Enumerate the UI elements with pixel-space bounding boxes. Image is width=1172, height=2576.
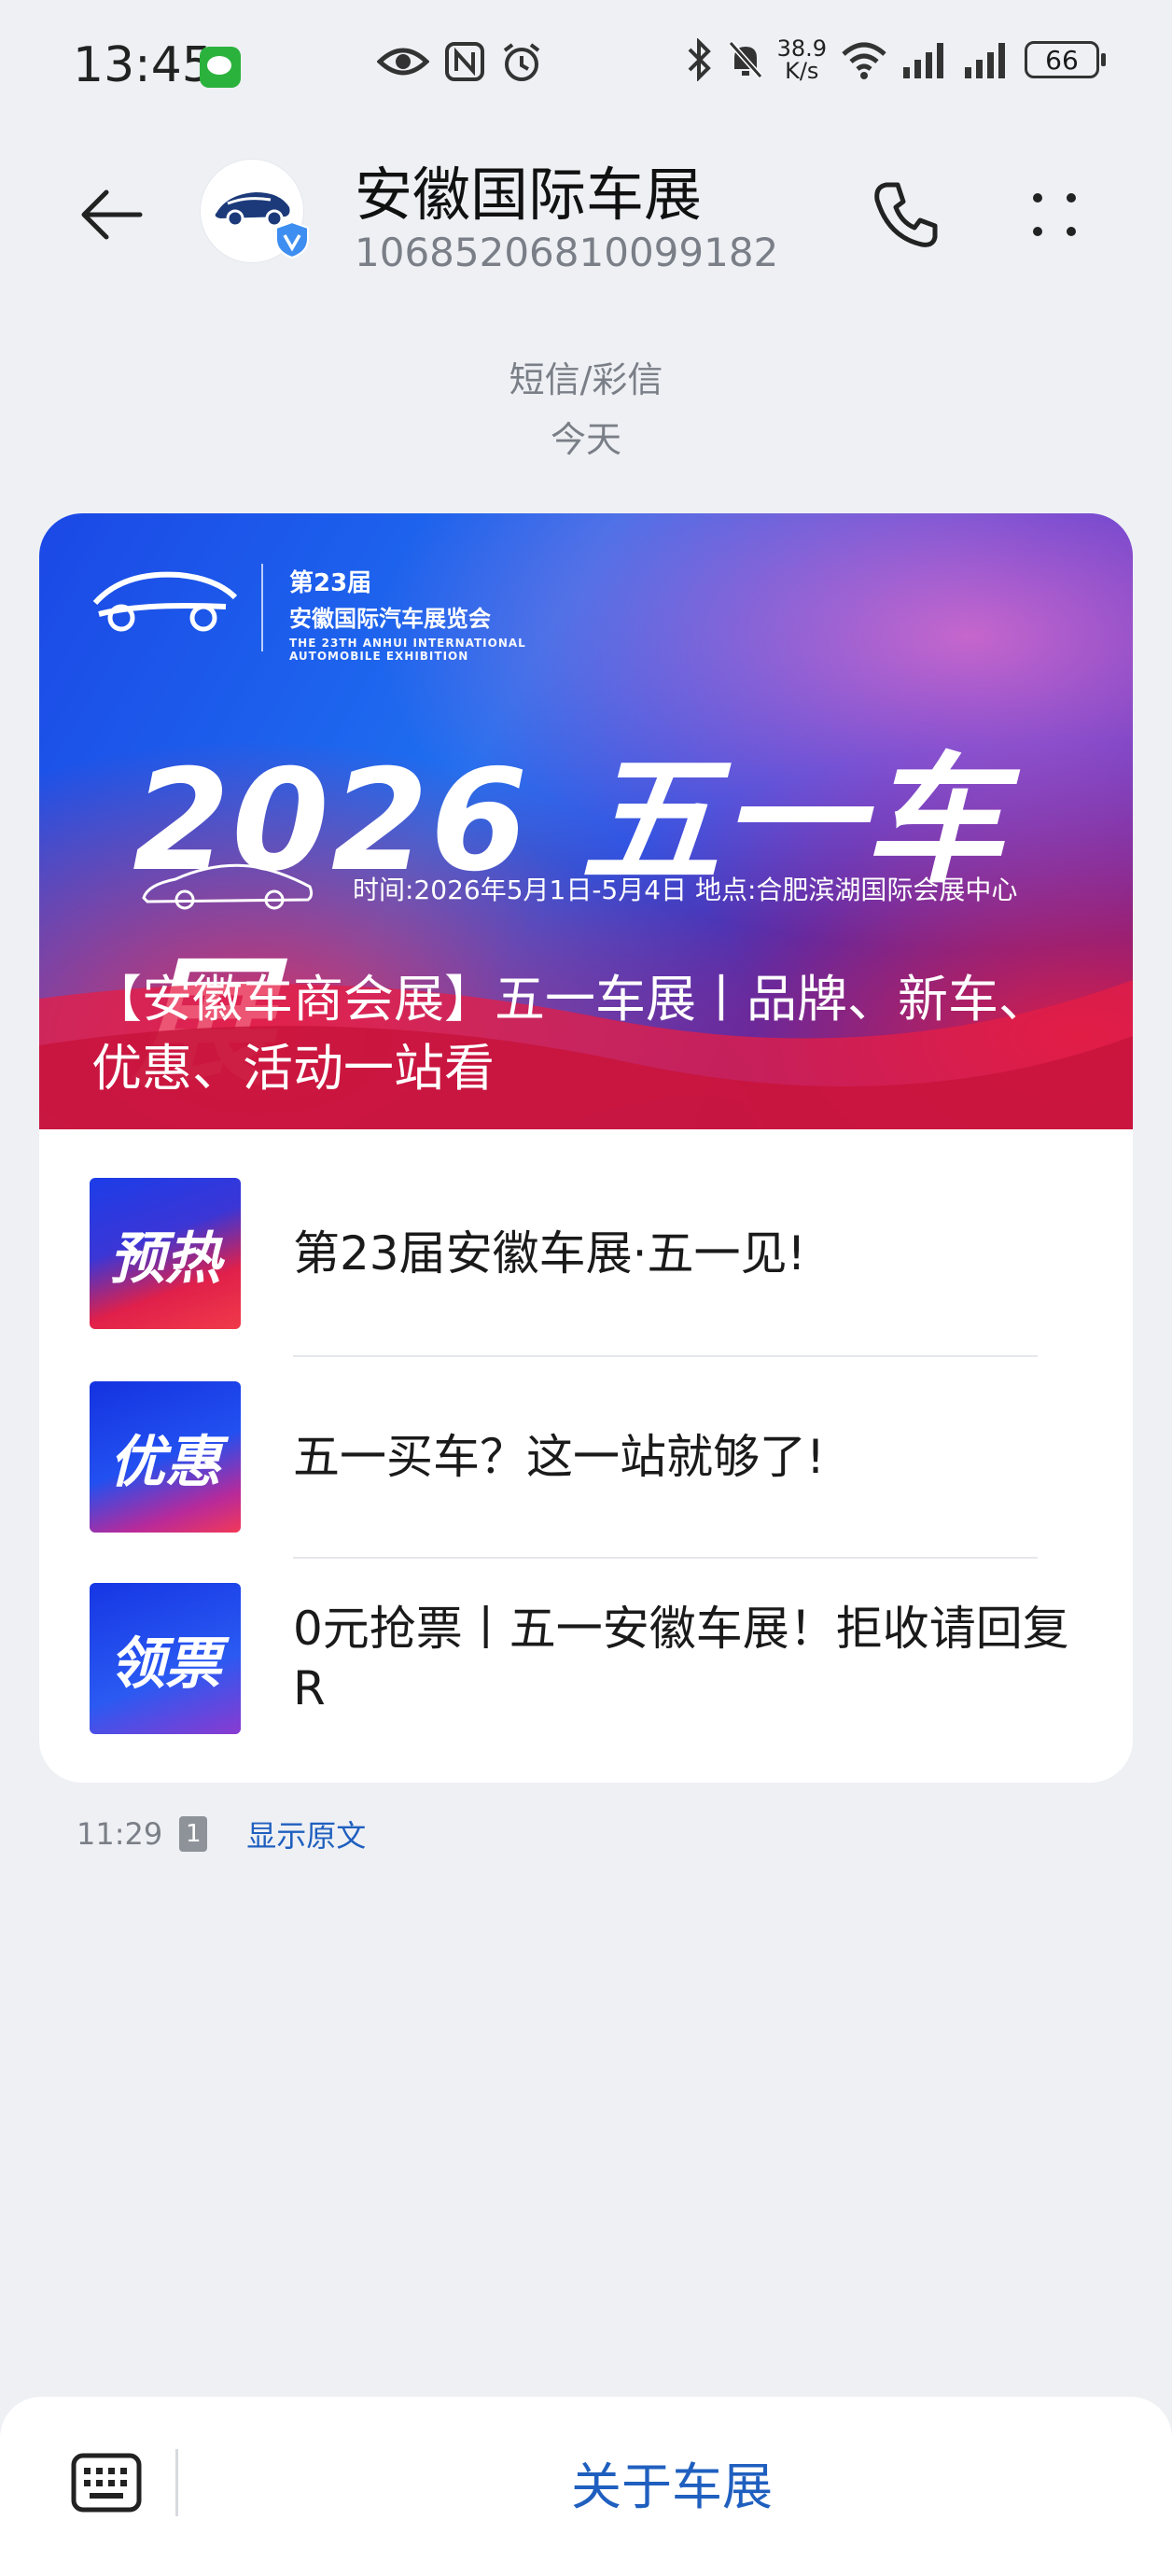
- verified-badge-icon: [275, 220, 309, 259]
- alarm-icon: [503, 43, 540, 81]
- status-time: 13:45: [73, 37, 213, 93]
- message-footer: 11:29 1 显示原文: [77, 1813, 366, 1855]
- phone-icon[interactable]: [868, 177, 942, 252]
- date-separator: 今天: [550, 419, 621, 460]
- item-divider: [293, 1355, 1038, 1357]
- rich-message-card[interactable]: 第23届 安徽国际汽车展览会 THE 23TH ANHUI INTERNATIO…: [39, 513, 1133, 1783]
- item-thumbnail: 优惠: [90, 1381, 241, 1533]
- battery-icon: 66: [1025, 41, 1106, 78]
- item-label: 0元抢票丨五一安徽车展！拒收请回复R: [293, 1602, 1069, 1715]
- status-icons-right: 38.9 K/s 66: [686, 35, 1106, 84]
- event-time-place: 时间:2026年5月1日-5月4日 地点:合肥滨湖国际会展中心: [353, 875, 1018, 905]
- message-type-label: 短信/彩信: [509, 359, 663, 400]
- contact-number: 10685206810099182: [355, 230, 779, 275]
- status-icons-left: [377, 41, 543, 84]
- status-bar: 13:45 38.9 K/s 66: [0, 0, 1172, 131]
- car-logo-icon: [92, 571, 238, 632]
- network-speed: 38.9 K/s: [776, 35, 827, 84]
- sim-badge: 1: [179, 1816, 208, 1852]
- item-thumbnail: 领票: [90, 1583, 241, 1734]
- bottom-bar-divider: [175, 2449, 178, 2516]
- list-item[interactable]: 领票 0元抢票丨五一安徽车展！拒收请回复R: [90, 1583, 1097, 1734]
- wifi-icon: [842, 42, 886, 79]
- car-outline-icon: [142, 863, 314, 910]
- conversation-header: 安徽国际车展 10685206810099182: [0, 140, 1172, 308]
- mute-icon: [728, 41, 762, 78]
- item-divider: [293, 1557, 1038, 1559]
- list-item[interactable]: 预热 第23届安徽车展·五一见!: [90, 1178, 1097, 1329]
- bottom-bar: 关于车展: [0, 2397, 1172, 2576]
- message-time: 11:29: [77, 1816, 163, 1852]
- item-label: 五一买车？这一站就够了!: [293, 1430, 826, 1484]
- wechat-icon: [200, 47, 241, 88]
- signal-icon: [903, 43, 943, 78]
- banner-caption: 【安徽车商会展】五一车展丨品牌、新车、优惠、活动一站看: [91, 970, 1049, 1098]
- promo-banner[interactable]: 第23届 安徽国际汽车展览会 THE 23TH ANHUI INTERNATIO…: [39, 513, 1133, 1129]
- item-thumbnail: 预热: [90, 1178, 241, 1329]
- contact-name: 安徽国际车展: [355, 161, 703, 229]
- keyboard-icon[interactable]: [71, 2453, 142, 2513]
- list-item[interactable]: 优惠 五一买车？这一站就够了!: [90, 1381, 1097, 1533]
- logo-divider: [261, 564, 263, 651]
- nfc-icon: [445, 42, 484, 81]
- about-expo-menu-button[interactable]: 关于车展: [355, 2445, 989, 2520]
- bluetooth-icon: [688, 38, 711, 81]
- show-original-link[interactable]: 显示原文: [246, 1813, 366, 1855]
- item-label: 第23届安徽车展·五一见!: [293, 1226, 806, 1281]
- signal-icon: [965, 43, 1005, 78]
- exhibition-logo-text: 第23届 安徽国际汽车展览会 THE 23TH ANHUI INTERNATIO…: [289, 569, 526, 663]
- back-arrow-icon[interactable]: [75, 177, 149, 252]
- more-options-icon[interactable]: [1026, 177, 1082, 252]
- eye-icon: [377, 48, 429, 76]
